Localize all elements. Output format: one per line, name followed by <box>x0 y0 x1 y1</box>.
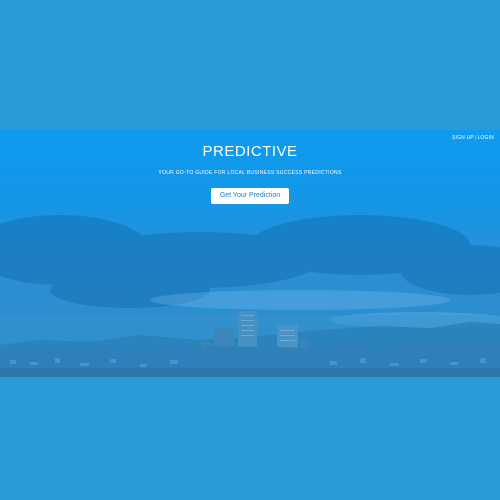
page: SIGN UP|LOGIN PREDICTIVE YOUR GO-TO GUID… <box>0 0 500 500</box>
hero-banner: SIGN UP|LOGIN PREDICTIVE YOUR GO-TO GUID… <box>0 130 500 377</box>
login-link[interactable]: LOGIN <box>477 135 494 141</box>
tagline: YOUR GO-TO GUIDE FOR LOCAL BUSINESS SUCC… <box>158 170 342 176</box>
city-skyline-background <box>0 215 500 377</box>
page-title: PREDICTIVE <box>202 143 298 160</box>
signup-link[interactable]: SIGN UP <box>452 135 474 141</box>
auth-links: SIGN UP|LOGIN <box>452 135 494 141</box>
get-prediction-button[interactable]: Get Your Prediction <box>211 188 289 204</box>
